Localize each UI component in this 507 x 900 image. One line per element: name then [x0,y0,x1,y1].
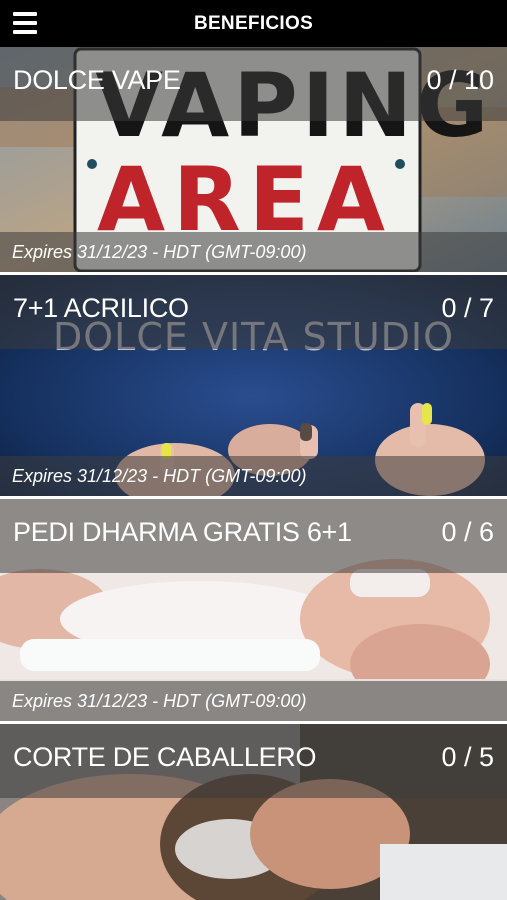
card-name: DOLCE VAPE [13,65,181,95]
card-expiry: Expires 31/12/23 - HDT (GMT-09:00) [12,466,307,486]
card-count: 0 / 5 [441,742,494,772]
card-count: 0 / 6 [441,517,494,547]
top-bar: BENEFICIOS [0,0,507,47]
card-count: 0 / 10 [426,65,494,95]
benefit-card-pedi-dharma[interactable]: PEDI DHARMA GRATIS 6+1 0 / 6 Expires 31/… [0,499,507,721]
card-name: CORTE DE CABALLERO [13,742,317,772]
card-count: 0 / 7 [441,293,494,323]
benefit-card-dolce-vape[interactable]: VAPING AREA DOLCE VAPE 0 / 10 Expires 31… [0,47,507,272]
page-title: BENEFICIOS [193,13,314,34]
benefit-card-acrilico[interactable]: DOLCE VITA STUDIO 7+1 ACRILICO 0 / 7 Exp… [0,275,507,496]
card-expiry: Expires 31/12/23 - HDT (GMT-09:00) [12,242,307,262]
card-name: 7+1 ACRILICO [13,293,189,323]
card-expiry: Expires 31/12/23 - HDT (GMT-09:00) [12,691,307,711]
card-name: PEDI DHARMA GRATIS 6+1 [13,517,352,547]
benefit-card-corte-caballero[interactable]: CORTE DE CABALLERO 0 / 5 [0,724,507,900]
